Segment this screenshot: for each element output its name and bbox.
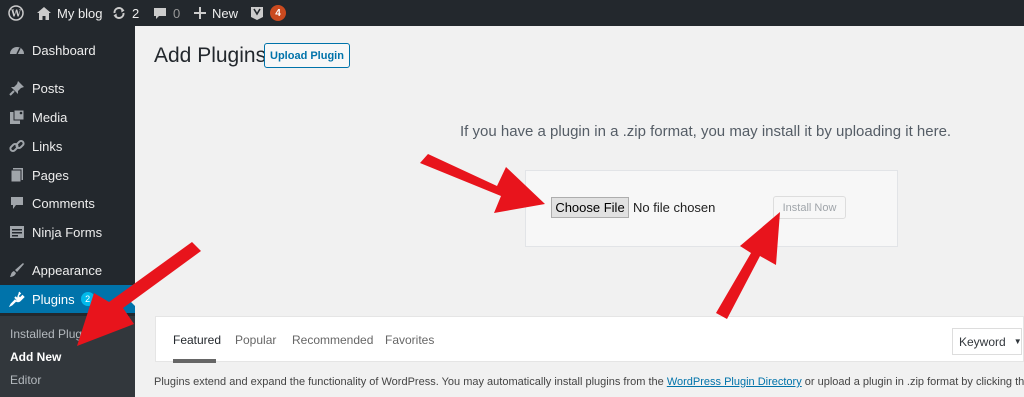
wordpress-logo-icon[interactable]: W	[8, 0, 24, 26]
sidebar-item-label: Pages	[32, 167, 69, 183]
chevron-down-icon: ▼	[1013, 337, 1022, 346]
comments-count: 0	[173, 5, 181, 21]
forms-icon	[2, 224, 32, 240]
brush-icon	[2, 262, 32, 278]
new-content-link[interactable]: New	[194, 0, 238, 26]
plugins-submenu: Installed Plugins Add New Editor	[0, 316, 135, 397]
updates-link[interactable]: 2	[112, 0, 139, 26]
submenu-item-add-new[interactable]: Add New	[10, 350, 61, 364]
updates-icon	[113, 7, 125, 19]
install-now-button[interactable]: Install Now	[773, 196, 846, 219]
comments-link[interactable]: 0	[153, 0, 180, 26]
submenu-item-editor[interactable]: Editor	[10, 373, 41, 387]
pin-icon	[2, 80, 32, 96]
sidebar-item-appearance[interactable]: Appearance	[0, 256, 135, 284]
plugin-directory-link[interactable]: WordPress Plugin Directory	[667, 376, 802, 388]
description-text: Plugins extend and expand the functional…	[154, 376, 667, 388]
sidebar-item-label: Comments	[32, 195, 95, 211]
search-type-value: Keyword	[959, 334, 1006, 349]
link-icon	[2, 138, 32, 154]
tab-recommended[interactable]: Recommended	[292, 333, 373, 347]
upload-instructions: If you have a plugin in a .zip format, y…	[460, 123, 952, 140]
upload-plugin-form: Choose File No file chosen Install Now	[525, 170, 898, 247]
sidebar-item-plugins[interactable]: Plugins 2	[0, 285, 135, 313]
dashboard-icon	[2, 42, 32, 58]
choose-file-button[interactable]: Choose File	[551, 197, 629, 218]
plugin-filter-bar: Featured Popular Recommended Favorites K…	[155, 316, 1024, 363]
sidebar-item-comments[interactable]: Comments	[0, 189, 135, 217]
sidebar-item-label: Links	[32, 138, 63, 154]
sidebar-item-dashboard[interactable]: Dashboard	[0, 36, 135, 64]
site-name-link[interactable]: My blog	[37, 0, 103, 26]
admin-bar: W My blog 2 0 New 4	[0, 0, 1024, 26]
submenu-item-installed-plugins[interactable]: Installed Plugins	[10, 327, 97, 341]
sidebar-item-pages[interactable]: Pages	[0, 161, 135, 189]
new-label: New	[212, 5, 239, 21]
pages-icon	[2, 167, 32, 183]
sidebar-item-posts[interactable]: Posts	[0, 74, 135, 102]
sidebar-item-label: Ninja Forms	[32, 224, 103, 240]
sidebar-item-media[interactable]: Media	[0, 103, 135, 131]
plugin-updates-badge: 2	[80, 292, 95, 306]
media-icon	[2, 109, 32, 125]
tab-popular[interactable]: Popular	[235, 333, 276, 347]
description-text-end: or upload a plugin in .zip format by cli…	[801, 376, 1024, 388]
plugins-description: Plugins extend and expand the functional…	[154, 376, 1024, 388]
sidebar-item-ninja-forms[interactable]: Ninja Forms	[0, 218, 135, 246]
site-name: My blog	[57, 5, 103, 21]
file-status-text: No file chosen	[633, 200, 716, 215]
sidebar-item-links[interactable]: Links	[0, 132, 135, 160]
sidebar-item-label: Posts	[32, 80, 65, 96]
svg-text:W: W	[10, 10, 22, 20]
sidebar-item-label: Dashboard	[32, 42, 96, 58]
tab-favorites[interactable]: Favorites	[385, 333, 434, 347]
upload-plugin-button[interactable]: Upload Plugin	[264, 43, 350, 68]
sidebar-item-label: Appearance	[32, 262, 103, 278]
comment-icon	[2, 195, 32, 211]
page-title: Add Plugins	[154, 44, 267, 67]
home-icon	[37, 6, 51, 20]
sidebar-item-label: Plugins	[32, 291, 75, 307]
search-type-select[interactable]: Keyword ▼	[952, 328, 1022, 355]
updates-count: 2	[132, 5, 140, 21]
yoast-seo-link[interactable]: 4	[250, 0, 286, 26]
plus-icon	[194, 7, 206, 19]
plugin-icon	[2, 291, 32, 307]
active-tab-indicator	[173, 359, 216, 363]
current-menu-pointer	[127, 290, 135, 306]
tab-featured[interactable]: Featured	[173, 333, 221, 347]
sidebar-item-label: Media	[32, 109, 68, 125]
comment-bubble-icon	[154, 7, 166, 19]
yoast-notification-badge: 4	[270, 5, 286, 21]
yoast-icon	[251, 7, 263, 20]
